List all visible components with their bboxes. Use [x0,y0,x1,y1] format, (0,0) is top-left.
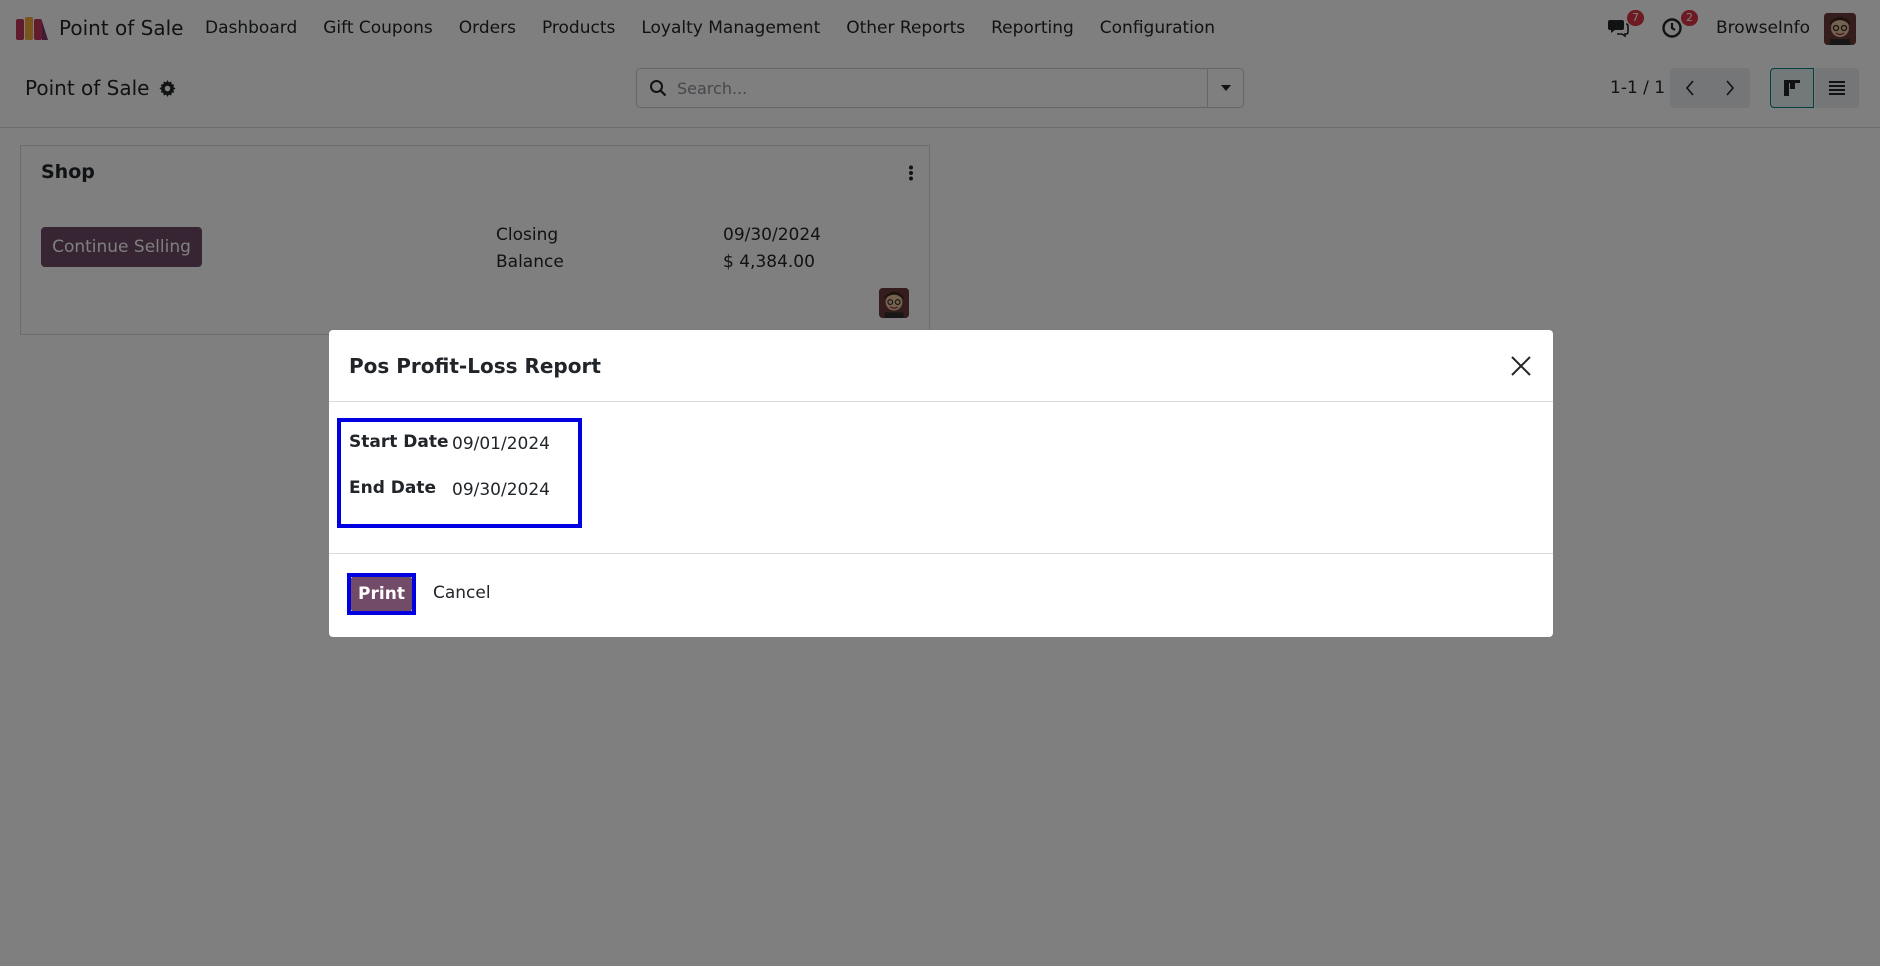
start-date-label: Start Date [349,432,449,452]
cancel-button[interactable]: Cancel [433,583,491,603]
end-date-label: End Date [349,478,437,498]
print-button[interactable]: Print [351,577,412,611]
close-button[interactable] [1507,352,1535,380]
profit-loss-report-dialog: Pos Profit-Loss Report Start Date 09/01/… [329,330,1553,637]
modal-header: Pos Profit-Loss Report [329,330,1553,402]
modal-body: Start Date 09/01/2024 End Date 09/30/202… [329,403,1553,554]
start-date-field[interactable]: 09/01/2024 [452,434,550,454]
close-icon [1511,356,1531,376]
modal-title: Pos Profit-Loss Report [349,354,601,378]
modal-footer: Print Cancel [329,555,1553,637]
end-date-field[interactable]: 09/30/2024 [452,480,550,500]
